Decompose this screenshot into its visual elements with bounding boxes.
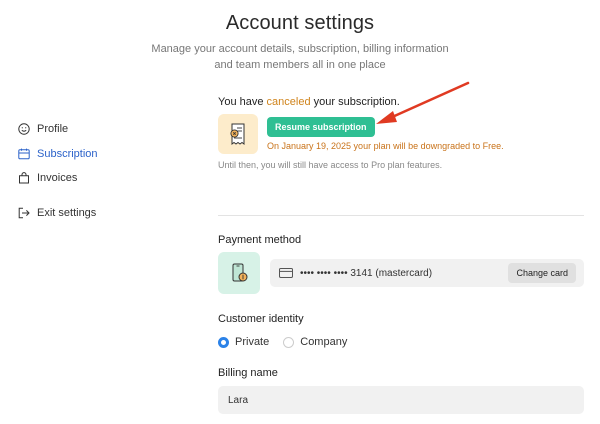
- radio-private[interactable]: Private: [218, 336, 269, 348]
- annotation-arrow: [376, 81, 470, 124]
- billing-name-label: Billing name: [218, 367, 278, 379]
- receipt-icon: [218, 114, 258, 154]
- card-details: •••• •••• •••• 3141 (mastercard) Change …: [270, 259, 584, 287]
- smile-icon: [18, 123, 30, 135]
- payment-method-label: Payment method: [218, 234, 302, 246]
- sidebar-item-label: Invoices: [37, 172, 78, 184]
- card-number: •••• •••• •••• 3141 (mastercard): [300, 267, 433, 279]
- shopping-bag-icon: [18, 172, 30, 184]
- resume-subscription-button[interactable]: Resume subscription: [267, 117, 375, 137]
- radio-company[interactable]: Company: [283, 336, 347, 348]
- sidebar-item-invoices[interactable]: Invoices: [18, 170, 77, 186]
- phone-coin-icon: [218, 252, 260, 294]
- radio-label: Private: [235, 336, 270, 348]
- radio-dot-checked[interactable]: [218, 336, 229, 348]
- change-card-button[interactable]: Change card: [508, 263, 576, 283]
- status-prefix: You have: [218, 96, 267, 108]
- customer-identity-radio-group: Private Company: [218, 336, 361, 348]
- sidebar-item-label: Exit settings: [37, 207, 97, 219]
- sidebar-item-label: Subscription: [37, 148, 98, 160]
- credit-card-icon: [279, 268, 293, 278]
- billing-name-input[interactable]: [218, 386, 584, 414]
- radio-label: Company: [300, 336, 348, 348]
- radio-dot[interactable]: [283, 336, 295, 348]
- sidebar-item-exit-settings[interactable]: Exit settings: [18, 205, 96, 221]
- sidebar-item-subscription[interactable]: Subscription: [18, 146, 98, 162]
- subtitle-line-1: Manage your account details, subscriptio…: [151, 43, 449, 55]
- exit-icon: [18, 207, 30, 219]
- subtitle-line-2: and team members all in one place: [214, 58, 386, 71]
- downgrade-notice: On January 19, 2025 your plan will be do…: [267, 141, 504, 151]
- customer-identity-label: Customer identity: [218, 313, 304, 325]
- status-highlight: canceled: [266, 96, 311, 108]
- card-calendar-icon: [18, 148, 30, 160]
- sidebar-item-profile[interactable]: Profile: [18, 121, 68, 137]
- access-notice: Until then, you will still have access t…: [218, 160, 443, 170]
- page-subtitle: Manage your account details, subscriptio…: [140, 42, 460, 73]
- page-title: Account settings: [225, 12, 375, 34]
- sidebar-item-label: Profile: [37, 123, 69, 135]
- section-divider: [218, 215, 584, 216]
